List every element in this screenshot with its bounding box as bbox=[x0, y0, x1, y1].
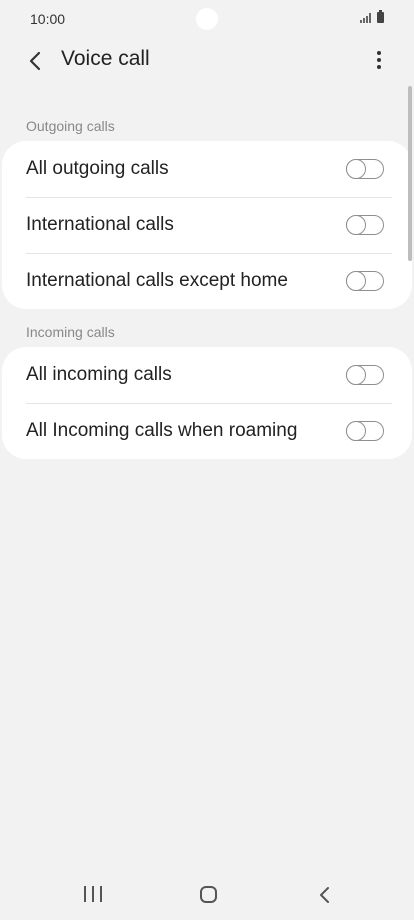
setting-label: All outgoing calls bbox=[26, 158, 169, 179]
toggle-switch[interactable] bbox=[345, 270, 384, 291]
setting-row-international-except-home[interactable]: International calls except home bbox=[2, 253, 412, 309]
signal-icon bbox=[360, 13, 371, 23]
status-icons bbox=[360, 10, 384, 23]
chevron-left-icon bbox=[29, 51, 41, 71]
outgoing-calls-card: All outgoing calls International calls I… bbox=[2, 141, 412, 309]
setting-label: All Incoming calls when roaming bbox=[26, 420, 298, 441]
toggle-switch[interactable] bbox=[345, 158, 384, 179]
home-button[interactable] bbox=[200, 886, 217, 903]
page-title: Voice call bbox=[61, 47, 150, 70]
setting-row-incoming-roaming[interactable]: All Incoming calls when roaming bbox=[2, 403, 412, 459]
setting-label: All incoming calls bbox=[26, 364, 172, 385]
more-options-button[interactable] bbox=[366, 46, 392, 74]
setting-label: International calls bbox=[26, 214, 174, 235]
status-bar: 10:00 bbox=[0, 0, 414, 38]
back-icon bbox=[320, 887, 329, 903]
recents-button[interactable] bbox=[84, 886, 102, 904]
incoming-calls-card: All incoming calls All Incoming calls wh… bbox=[2, 347, 412, 459]
more-vertical-icon bbox=[377, 51, 381, 55]
section-header-incoming: Incoming calls bbox=[26, 324, 115, 340]
toggle-knob bbox=[345, 214, 366, 235]
toggle-knob bbox=[345, 364, 366, 385]
toggle-switch[interactable] bbox=[345, 364, 384, 385]
nav-back-button[interactable] bbox=[314, 884, 334, 906]
toggle-knob bbox=[345, 270, 366, 291]
battery-icon bbox=[377, 10, 384, 23]
setting-row-international[interactable]: International calls bbox=[2, 197, 412, 253]
setting-row-all-incoming[interactable]: All incoming calls bbox=[2, 347, 412, 403]
toggle-switch[interactable] bbox=[345, 420, 384, 441]
app-bar: Voice call bbox=[0, 38, 414, 82]
navigation-bar bbox=[0, 872, 414, 920]
back-button[interactable] bbox=[20, 46, 50, 76]
toggle-knob bbox=[345, 420, 366, 441]
scrollbar[interactable] bbox=[408, 86, 412, 261]
toggle-switch[interactable] bbox=[345, 214, 384, 235]
toggle-knob bbox=[345, 158, 366, 179]
recents-icon bbox=[84, 886, 86, 902]
setting-label: International calls except home bbox=[26, 270, 288, 291]
setting-row-all-outgoing[interactable]: All outgoing calls bbox=[2, 141, 412, 197]
camera-cutout bbox=[196, 8, 218, 30]
section-header-outgoing: Outgoing calls bbox=[26, 118, 115, 134]
status-time: 10:00 bbox=[30, 11, 66, 27]
